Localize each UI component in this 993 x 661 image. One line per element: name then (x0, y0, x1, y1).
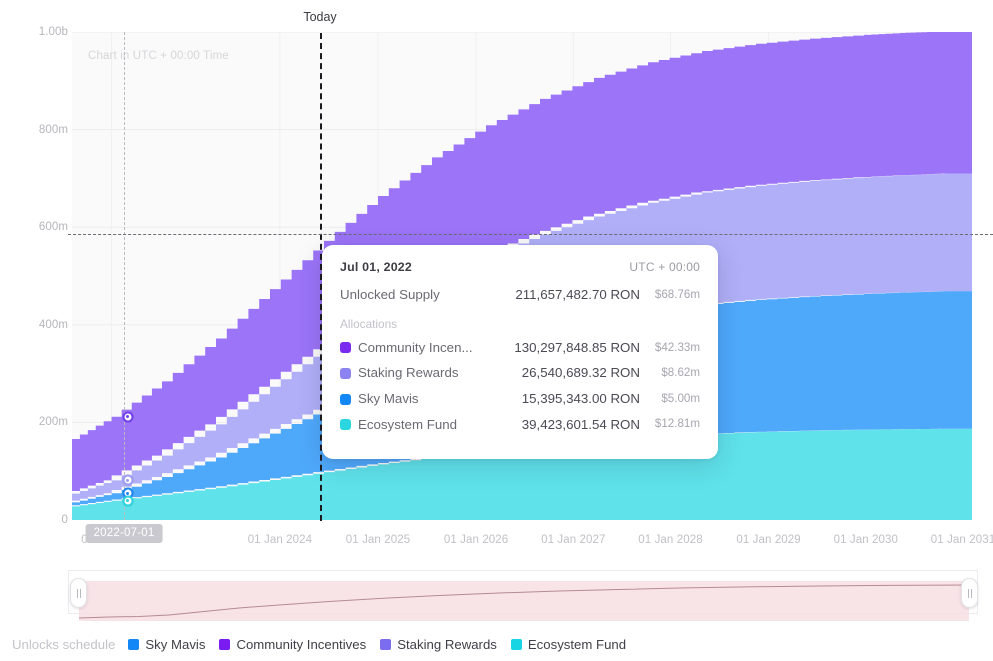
tooltip-allocation-name: Ecosystem Fund (340, 418, 457, 433)
tooltip-allocation-rows: Community Incen... 130,297,848.85 RON$42.… (340, 341, 700, 433)
tooltip-unlocked-supply-usd: $68.76m (640, 289, 700, 302)
legend-title: Unlocks schedule (12, 637, 115, 652)
legend-item-sky-mavis[interactable]: Sky Mavis (128, 637, 205, 652)
y-tick-label: 200m (4, 416, 68, 428)
tooltip-allocation-row: Ecosystem Fund 39,423,601.54 RON$12.81m (340, 418, 700, 433)
range-selector-track[interactable] (68, 570, 978, 614)
tooltip-swatch-icon (340, 368, 351, 379)
y-tick-label: 800m (4, 124, 68, 136)
range-handle-left[interactable] (70, 578, 87, 608)
y-tick-label: 400m (4, 319, 68, 331)
tooltip-unlocked-supply-label: Unlocked Supply (340, 288, 440, 303)
chart-tooltip: Jul 01, 2022 UTC + 00:00 Unlocked Supply… (322, 245, 718, 459)
tooltip-allocation-amount: 130,297,848.85 RON (514, 341, 640, 356)
range-selector[interactable] (68, 562, 978, 614)
x-tick-label: 01 Jan 2029 (736, 534, 800, 546)
tooltip-allocation-amount: 15,395,343.00 RON (522, 392, 640, 407)
unlock-schedule-chart: 0200m400m600m800m1.00b Chart in UTC + 00… (0, 0, 993, 661)
legend-swatch-icon (219, 639, 230, 650)
x-tick-label: 01 Jan 2025 (346, 534, 410, 546)
tooltip-swatch-icon (340, 419, 351, 430)
crosshair-marker-ecosystem-fund (122, 495, 133, 506)
x-tick-label: 01 Jan 2030 (834, 534, 898, 546)
y-tick-label: 1.00b (4, 26, 68, 38)
today-marker-label: Today (299, 10, 340, 24)
x-tick-label: 01 Jan 2031 (931, 534, 993, 546)
legend-item-ecosystem-fund[interactable]: Ecosystem Fund (511, 637, 626, 652)
x-tick-label: 01 Jan 2026 (444, 534, 508, 546)
tooltip-allocation-row: Sky Mavis 15,395,343.00 RON$5.00m (340, 392, 700, 407)
tooltip-allocation-name: Community Incen... (340, 341, 473, 356)
x-tick-label: 01 Jan 2024 (248, 534, 312, 546)
legend-swatch-icon (511, 639, 522, 650)
range-handle-right[interactable] (961, 578, 978, 608)
tooltip-date: Jul 01, 2022 (340, 260, 412, 274)
legend-items: Sky Mavis Community Incentives Staking Rew… (128, 637, 631, 652)
legend-swatch-icon (380, 639, 391, 650)
y-axis: 0 200m 400m 600m 800m 1.00b (0, 0, 68, 661)
tooltip-allocation-usd: $8.62m (640, 367, 700, 380)
crosshair-date-badge: 2022-07-01 (86, 524, 163, 543)
legend-swatch-icon (128, 639, 139, 650)
tooltip-allocation-label: Sky Mavis (358, 392, 419, 407)
tooltip-allocation-amount: 39,423,601.54 RON (522, 418, 640, 433)
tooltip-allocation-row: Staking Rewards 26,540,689.32 RON$8.62m (340, 366, 700, 381)
crosshair-marker-staking-rewards (122, 475, 133, 486)
tooltip-swatch-icon (340, 342, 351, 353)
tooltip-unlocked-supply-amount: 211,657,482.70 RON (515, 288, 640, 303)
x-tick-label: 01 Jan 2027 (541, 534, 605, 546)
crosshair-horizontal-line (68, 234, 993, 235)
tooltip-allocations-label: Allocations (340, 317, 700, 331)
legend-item-label: Ecosystem Fund (528, 637, 626, 652)
legend-item-staking-rewards[interactable]: Staking Rewards (380, 637, 497, 652)
tooltip-allocation-name: Staking Rewards (340, 366, 459, 381)
x-axis: 01 Jul 202201 Jan 202401 Jan 202501 Jan … (72, 534, 972, 554)
tooltip-allocation-label: Staking Rewards (358, 366, 459, 381)
tooltip-swatch-icon (340, 394, 351, 405)
legend-item-label: Community Incentives (236, 637, 366, 652)
tooltip-allocation-amount: 26,540,689.32 RON (522, 366, 640, 381)
y-tick-label: 0 (4, 514, 68, 526)
tooltip-timezone: UTC + 00:00 (629, 260, 700, 274)
tooltip-unlocked-supply-row: Unlocked Supply 211,657,482.70 RON $68.7… (340, 288, 700, 303)
tooltip-allocation-usd: $12.81m (640, 418, 700, 431)
legend-item-label: Sky Mavis (145, 637, 205, 652)
tooltip-allocation-label: Community Incen... (358, 341, 473, 356)
tooltip-allocation-usd: $42.33m (640, 342, 700, 355)
tooltip-allocation-usd: $5.00m (640, 393, 700, 406)
crosshair-vertical-line (124, 32, 125, 520)
legend-item-label: Staking Rewards (397, 637, 497, 652)
tooltip-allocation-label: Ecosystem Fund (358, 418, 457, 433)
tooltip-allocation-row: Community Incen... 130,297,848.85 RON$42.… (340, 341, 700, 356)
tooltip-header: Jul 01, 2022 UTC + 00:00 (340, 260, 700, 274)
tooltip-allocation-name: Sky Mavis (340, 392, 419, 407)
legend-item-community-incentives[interactable]: Community Incentives (219, 637, 366, 652)
chart-legend: Unlocks schedule Sky Mavis Community Ince… (12, 637, 631, 652)
crosshair-marker-community-incentives (122, 411, 133, 422)
range-selector-preview-line (79, 581, 969, 621)
x-tick-label: 01 Jan 2028 (638, 534, 702, 546)
y-tick-label: 600m (4, 221, 68, 233)
